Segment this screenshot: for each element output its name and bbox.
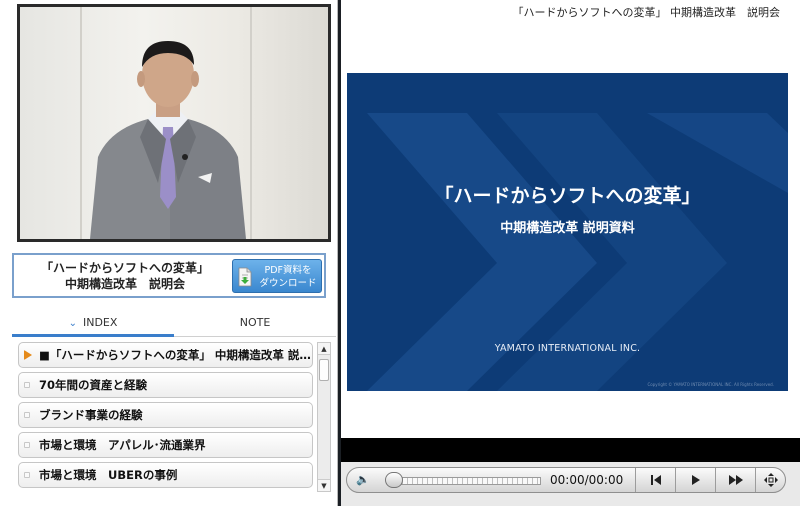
fullscreen-button[interactable] bbox=[755, 468, 785, 492]
seek-handle[interactable] bbox=[385, 472, 403, 488]
list-item[interactable]: 市場と環境 アパレル･流通業界 bbox=[18, 432, 313, 458]
speaker-figure bbox=[90, 41, 246, 239]
tab-note-label: NOTE bbox=[239, 316, 271, 329]
play-button[interactable] bbox=[675, 468, 715, 492]
right-panel: 「ハードからソフトへの変革」 中期構造改革 説明会 「ハードからソフトへの変革」… bbox=[341, 0, 800, 506]
chevron-down-icon: ⌄ bbox=[68, 318, 77, 329]
bullet-icon bbox=[24, 382, 30, 388]
lecture-title-line2: 中期構造改革 説明会 bbox=[64, 277, 185, 291]
index-scrollbar[interactable]: ▲ ▼ bbox=[317, 342, 331, 492]
previous-icon bbox=[650, 475, 661, 485]
list-item[interactable]: 70年間の資産と経験 bbox=[18, 372, 313, 398]
scroll-thumb[interactable] bbox=[319, 359, 329, 381]
previous-button[interactable] bbox=[635, 468, 675, 492]
list-item-label: ブランド事業の経験 bbox=[39, 408, 143, 422]
pdf-download-label: PDF資料を ダウンロード bbox=[259, 265, 317, 289]
play-icon bbox=[691, 475, 700, 485]
pdf-download-button[interactable]: PDF資料を ダウンロード bbox=[232, 259, 322, 293]
speaker-video[interactable] bbox=[20, 7, 328, 239]
video-letterbox-bar bbox=[341, 438, 800, 462]
list-item-label: 70年間の資産と経験 bbox=[39, 378, 148, 392]
lecture-title-box: 「ハードからソフトへの変革」 中期構造改革 説明会 PDF資料を ダウンロード bbox=[12, 253, 326, 298]
tab-index[interactable]: ⌄ INDEX bbox=[12, 311, 174, 337]
tab-note[interactable]: NOTE bbox=[174, 311, 336, 337]
presentation-slide: 「ハードからソフトへの変革」 中期構造改革 説明資料 YAMATO INTERN… bbox=[347, 73, 788, 391]
list-item[interactable]: ブランド事業の経験 bbox=[18, 402, 313, 428]
time-display: 00:00/00:00 bbox=[550, 473, 624, 487]
lecture-title-line1: 「ハードからソフトへの変革」 bbox=[40, 261, 209, 275]
bullet-icon bbox=[24, 472, 30, 478]
player-controls: 🔈 00:00/00:00 bbox=[341, 462, 800, 506]
slide-copyright: Copyright © YAMATO INTERNATIONAL INC. Al… bbox=[647, 382, 774, 387]
bullet-icon bbox=[24, 442, 30, 448]
list-item[interactable]: 市場と環境 UBERの事例 bbox=[18, 462, 313, 488]
index-list: ■「ハードからソフトへの変革」 中期構造改革 説明会 70年間の資産と経験 ブラ… bbox=[12, 340, 317, 493]
tab-index-label: INDEX bbox=[82, 316, 118, 329]
lecture-title: 「ハードからソフトへの変革」 中期構造改革 説明会 bbox=[20, 260, 230, 292]
slide-title: 「ハードからソフトへの変革」 bbox=[434, 185, 701, 207]
left-panel: 「ハードからソフトへの変革」 中期構造改革 説明会 PDF資料を ダウンロード … bbox=[0, 0, 338, 506]
slide-company-name: YAMATO INTERNATIONAL INC. bbox=[494, 343, 641, 354]
page-title: 「ハードからソフトへの変革」 中期構造改革 説明会 bbox=[512, 6, 781, 19]
slide-subtitle: 中期構造改革 説明資料 bbox=[500, 221, 635, 236]
video-frame bbox=[17, 4, 331, 242]
control-strip: 🔈 00:00/00:00 bbox=[346, 467, 786, 493]
list-item[interactable]: ■「ハードからソフトへの変革」 中期構造改革 説明会 bbox=[18, 342, 313, 368]
document-download-icon bbox=[238, 267, 252, 287]
scroll-up-arrow-icon[interactable]: ▲ bbox=[318, 343, 330, 355]
bullet-icon bbox=[24, 412, 30, 418]
next-icon bbox=[728, 475, 743, 485]
list-item-label: ■「ハードからソフトへの変革」 中期構造改革 説明会 bbox=[39, 348, 313, 362]
play-marker-icon bbox=[24, 350, 32, 360]
next-button[interactable] bbox=[715, 468, 755, 492]
fullscreen-icon bbox=[763, 473, 778, 487]
panel-tabs: ⌄ INDEX NOTE bbox=[12, 311, 336, 337]
list-item-label: 市場と環境 アパレル･流通業界 bbox=[39, 438, 206, 452]
volume-icon[interactable]: 🔈 bbox=[353, 472, 373, 488]
list-item-label: 市場と環境 UBERの事例 bbox=[39, 468, 178, 482]
scroll-down-arrow-icon[interactable]: ▼ bbox=[318, 479, 330, 491]
seek-bar[interactable] bbox=[391, 477, 541, 485]
